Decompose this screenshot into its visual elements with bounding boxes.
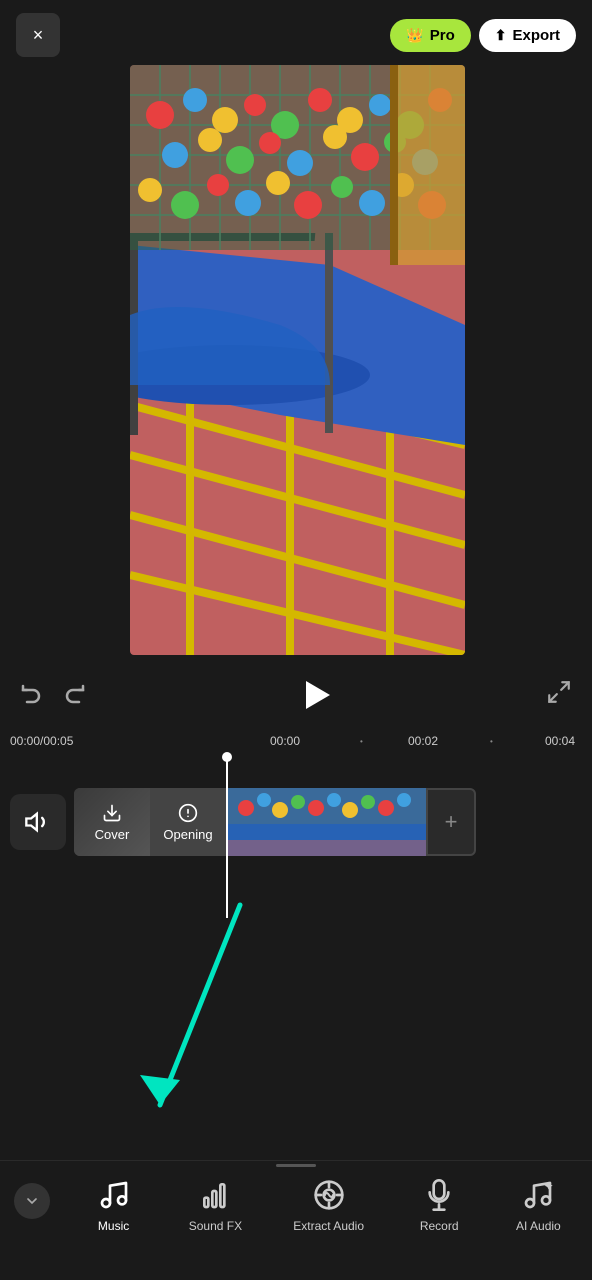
extract-audio-label: Extract Audio	[293, 1219, 364, 1233]
playhead-cap	[222, 752, 232, 762]
undo-redo-controls	[20, 680, 86, 710]
music-icon	[96, 1177, 132, 1213]
video-canvas	[130, 65, 465, 655]
video-frames-svg	[226, 788, 426, 856]
add-clip-button[interactable]: +	[426, 788, 476, 856]
toolbar-menu: Music Sound FX	[60, 1173, 592, 1237]
time-marker-4: 00:04	[545, 734, 575, 748]
top-right-buttons: 👑 Pro ⬆ Export	[390, 19, 576, 52]
close-button[interactable]: ×	[16, 13, 60, 57]
top-bar: × 👑 Pro ⬆ Export	[0, 0, 592, 70]
cover-thumb-content: Cover	[95, 803, 130, 842]
cover-thumb[interactable]: Cover	[74, 788, 150, 856]
toolbar-item-music[interactable]: Music	[84, 1173, 144, 1237]
playback-controls	[0, 665, 592, 725]
opening-label: Opening	[163, 827, 212, 842]
play-icon	[306, 681, 330, 709]
play-button[interactable]	[294, 673, 338, 717]
opening-thumb[interactable]: Opening	[150, 788, 226, 856]
video-frames	[226, 788, 426, 856]
ai-audio-icon	[520, 1177, 556, 1213]
time-marker-2: 00:02	[408, 734, 438, 748]
fullscreen-button[interactable]	[546, 679, 572, 711]
timeline-area: 00:00/00:05 00:00 • 00:02 • 00:04	[0, 725, 592, 895]
audio-track-icon[interactable]	[10, 794, 66, 850]
redo-button[interactable]	[62, 680, 86, 710]
record-icon	[421, 1177, 457, 1213]
timeline-tracks: Cover Opening	[0, 757, 592, 887]
scroll-pill	[276, 1164, 316, 1167]
collapse-circle	[14, 1183, 50, 1219]
crown-icon: 👑	[406, 27, 423, 44]
bottom-toolbar: Music Sound FX	[0, 1160, 592, 1280]
cover-icon	[102, 803, 122, 823]
preview-svg	[130, 65, 465, 655]
collapse-button[interactable]	[4, 1173, 60, 1229]
sound-fx-label: Sound FX	[189, 1219, 242, 1233]
export-icon: ⬆	[495, 27, 507, 44]
toolbar-item-ai-audio[interactable]: AI Audio	[508, 1173, 568, 1237]
sound-fx-icon	[197, 1177, 233, 1213]
music-label: Music	[98, 1219, 129, 1233]
time-current: 00:00/00:05	[10, 734, 73, 748]
chevron-down-icon	[24, 1193, 40, 1209]
arrow-svg	[80, 895, 280, 1145]
video-track: Cover Opening	[74, 788, 476, 856]
toolbar-item-extract-audio[interactable]: Extract Audio	[287, 1173, 370, 1237]
pro-button[interactable]: 👑 Pro	[390, 19, 470, 52]
speaker-icon	[24, 808, 52, 836]
video-preview	[130, 65, 465, 655]
cover-label: Cover	[95, 827, 130, 842]
toolbar-items: Music Sound FX	[0, 1165, 592, 1275]
export-button[interactable]: ⬆ Export	[479, 19, 576, 52]
arrow-container	[80, 895, 280, 1145]
undo-button[interactable]	[20, 680, 44, 710]
playhead	[226, 756, 228, 918]
toolbar-item-record[interactable]: Record	[409, 1173, 469, 1237]
time-marker-0: 00:00	[270, 734, 300, 748]
dot-1: •	[360, 737, 363, 746]
ai-audio-label: AI Audio	[516, 1219, 561, 1233]
extract-audio-icon	[311, 1177, 347, 1213]
dot-2: •	[490, 737, 493, 746]
record-label: Record	[420, 1219, 459, 1233]
add-clip-icon: +	[445, 809, 458, 835]
toolbar-item-sound-fx[interactable]: Sound FX	[183, 1173, 248, 1237]
time-ruler: 00:00/00:05 00:00 • 00:02 • 00:04	[0, 725, 592, 757]
opening-icon	[178, 803, 198, 823]
